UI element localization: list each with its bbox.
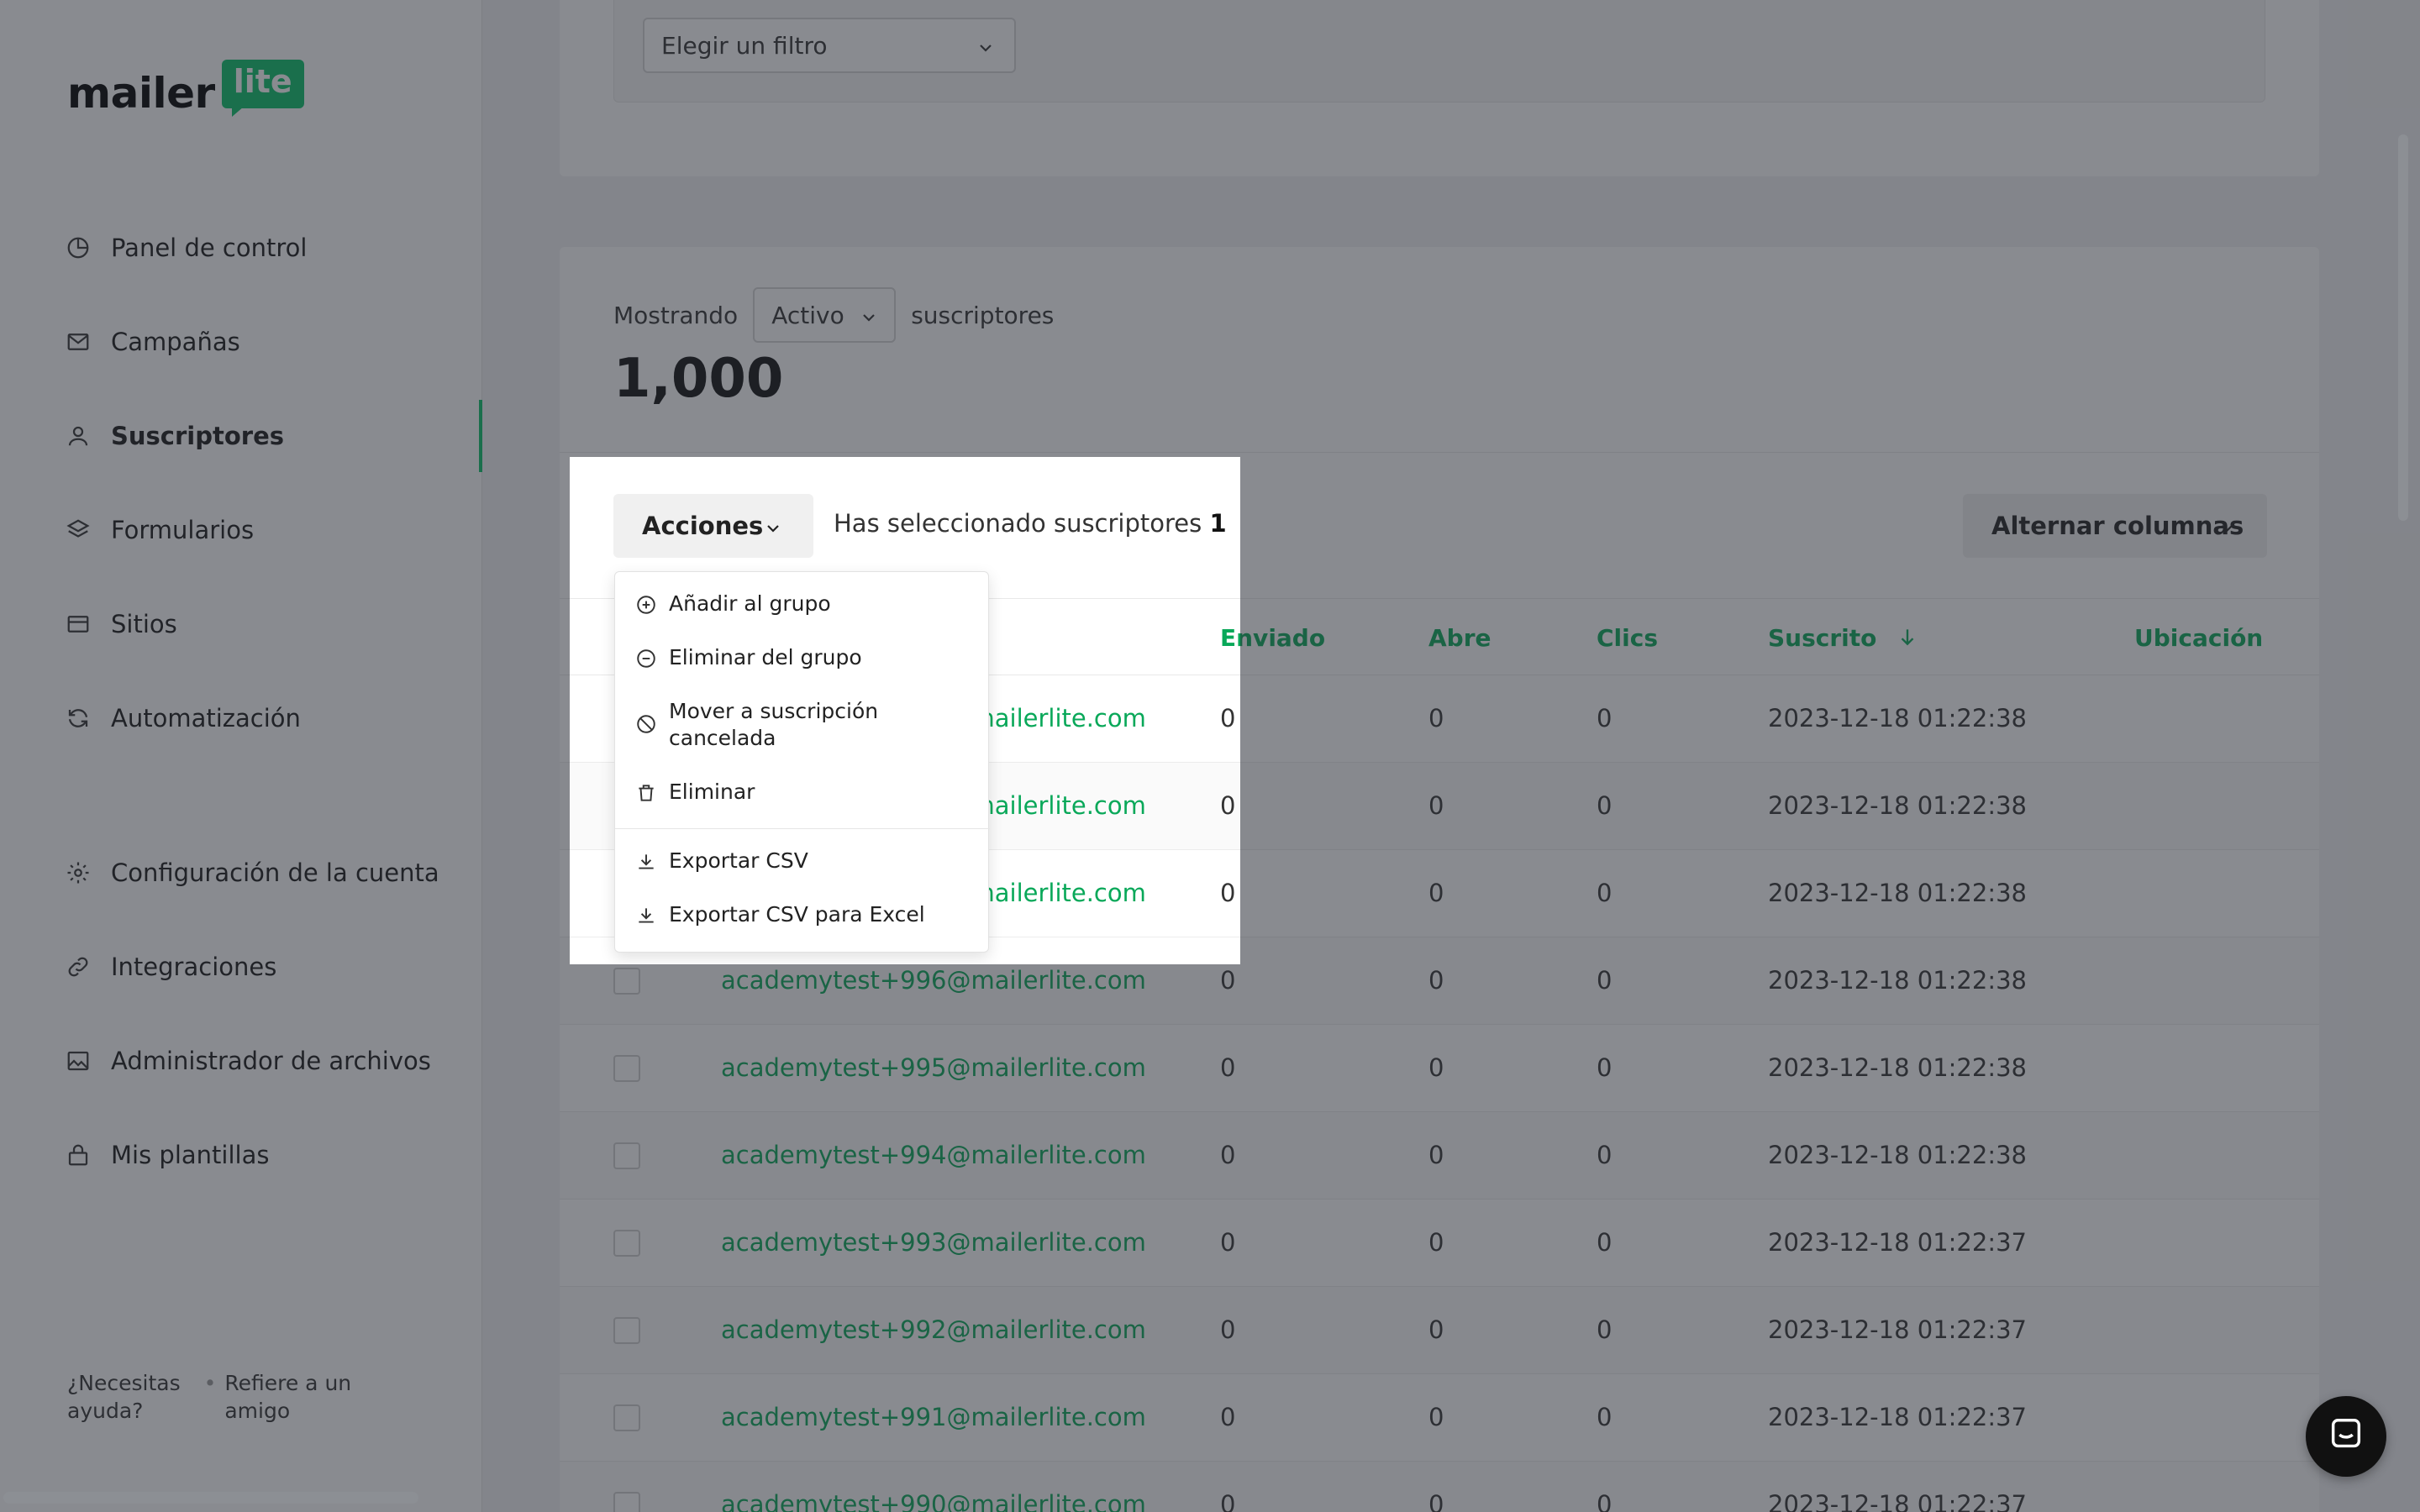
horizontal-scrollbar[interactable] — [3, 1492, 418, 1504]
row-checkbox[interactable] — [613, 1492, 640, 1512]
column-clicks[interactable]: Clics — [1597, 624, 1658, 652]
chevron-down-icon — [763, 516, 783, 544]
menu-item-unsubscribe[interactable]: Mover a suscripción cancelada — [615, 698, 990, 752]
sidebar-item-label: Panel de control — [111, 234, 308, 262]
chevron-down-icon — [2217, 516, 2237, 544]
menu-item-export-csv[interactable]: Exportar CSV — [615, 848, 990, 874]
gear-icon — [64, 858, 92, 887]
sidebar-item-integrations[interactable]: Integraciones — [0, 929, 482, 1005]
row-checkbox[interactable] — [613, 1142, 640, 1169]
email-link[interactable]: academytest+995@mailerlite.com — [721, 1053, 1146, 1082]
status-select[interactable]: Activo — [753, 287, 897, 343]
separator-dot: • — [203, 1371, 217, 1395]
image-icon — [64, 1047, 92, 1075]
column-subscribed[interactable]: Suscrito — [1768, 624, 1918, 654]
chat-button[interactable] — [2306, 1396, 2386, 1477]
help-link[interactable]: ¿Necesitas ayuda? — [67, 1369, 181, 1425]
table-row[interactable]: academytest+993@mailerlite.com 0 0 0 202… — [560, 1200, 2319, 1287]
menu-item-add-to-group[interactable]: Añadir al grupo — [615, 591, 990, 617]
filter-select[interactable]: Elegir un filtro — [643, 18, 1016, 73]
sidebar: mailer lite Panel de control Campañas Su… — [0, 0, 482, 1512]
chat-icon — [2327, 1415, 2365, 1457]
table-row[interactable]: academytest+992@mailerlite.com 0 0 0 202… — [560, 1287, 2319, 1374]
email-link[interactable]: academytest+993@mailerlite.com — [721, 1228, 1146, 1257]
email-link[interactable]: academytest+996@mailerlite.com — [721, 966, 1146, 995]
vertical-scrollbar[interactable] — [2398, 134, 2408, 521]
logo-word: mailer — [67, 69, 215, 118]
table-row[interactable]: academytest+995@mailerlite.com 0 0 0 202… — [560, 1025, 2319, 1112]
sidebar-item-subscribers[interactable]: Suscriptores — [0, 398, 482, 474]
actions-button[interactable]: Acciones — [613, 494, 813, 558]
menu-item-delete[interactable]: Eliminar — [615, 779, 990, 806]
sidebar-item-templates[interactable]: Mis plantillas — [0, 1117, 482, 1193]
download-icon — [635, 905, 659, 928]
chevron-down-icon — [859, 306, 879, 333]
email-link[interactable]: academytest+992@mailerlite.com — [721, 1315, 1146, 1344]
sidebar-item-label: Configuración de la cuenta — [111, 858, 439, 887]
table-row[interactable]: academytest+990@mailerlite.com 0 0 0 202… — [560, 1462, 2319, 1512]
menu-item-export-csv-excel[interactable]: Exportar CSV para Excel — [615, 901, 990, 928]
lock-icon — [64, 1141, 92, 1169]
arrow-down-icon — [1897, 626, 1918, 654]
ban-icon — [635, 713, 659, 737]
row-checkbox[interactable] — [613, 968, 640, 995]
sidebar-item-automation[interactable]: Automatización — [0, 680, 482, 756]
column-opens[interactable]: Abre — [1428, 624, 1491, 652]
download-icon — [635, 851, 659, 874]
sidebar-item-sites[interactable]: Sitios — [0, 586, 482, 662]
column-location[interactable]: Ubicación — [2134, 624, 2263, 652]
table-row[interactable]: academytest+994@mailerlite.com 0 0 0 202… — [560, 1112, 2319, 1200]
menu-divider — [615, 828, 990, 829]
sidebar-item-campaigns[interactable]: Campañas — [0, 304, 482, 380]
sidebar-item-label: Administrador de archivos — [111, 1047, 431, 1075]
sidebar-item-label: Sitios — [111, 610, 177, 638]
actions-menu: Añadir al grupo Eliminar del grupo Mover… — [614, 571, 990, 953]
trash-icon — [635, 782, 659, 806]
link-icon — [64, 953, 92, 981]
refer-friend-link[interactable]: Refiere a un amigo — [224, 1369, 351, 1425]
email-link[interactable]: academytest+991@mailerlite.com — [721, 1403, 1146, 1431]
logo-badge: lite — [221, 60, 304, 117]
sidebar-item-label: Campañas — [111, 328, 240, 356]
email-link[interactable]: academytest+990@mailerlite.com — [721, 1490, 1146, 1512]
filter-area: Elegir un filtro — [613, 0, 2265, 102]
mail-icon — [64, 328, 92, 356]
filter-card: Elegir un filtro — [560, 0, 2319, 176]
browser-icon — [64, 610, 92, 638]
chevron-down-icon — [976, 36, 996, 64]
menu-item-remove-from-group[interactable]: Eliminar del grupo — [615, 644, 990, 671]
email-link[interactable]: academytest+994@mailerlite.com — [721, 1141, 1146, 1169]
row-checkbox[interactable] — [613, 1404, 640, 1431]
sidebar-item-label: Integraciones — [111, 953, 277, 981]
layers-icon — [64, 516, 92, 544]
sidebar-item-label: Mis plantillas — [111, 1141, 270, 1169]
selected-count: 1 — [1209, 509, 1227, 538]
sidebar-footer: ¿Necesitas ayuda? • Refiere a un amigo — [67, 1369, 351, 1425]
sidebar-item-forms[interactable]: Formularios — [0, 492, 482, 568]
pie-chart-icon — [64, 234, 92, 262]
row-checkbox[interactable] — [613, 1230, 640, 1257]
subscriber-count: 1,000 — [613, 348, 784, 410]
table-row[interactable]: academytest+991@mailerlite.com 0 0 0 202… — [560, 1374, 2319, 1462]
divider — [560, 452, 2319, 453]
minus-circle-icon — [635, 648, 659, 671]
sidebar-item-label: Automatización — [111, 704, 301, 732]
refresh-icon — [64, 704, 92, 732]
sidebar-item-label: Suscriptores — [111, 422, 285, 450]
sidebar-item-file-manager[interactable]: Administrador de archivos — [0, 1023, 482, 1099]
row-checkbox[interactable] — [613, 1317, 640, 1344]
row-checkbox[interactable] — [613, 1055, 640, 1082]
sidebar-item-dashboard[interactable]: Panel de control — [0, 210, 482, 286]
sidebar-item-account-settings[interactable]: Configuración de la cuenta — [0, 835, 482, 911]
user-icon — [64, 422, 92, 450]
selection-status: Has seleccionado suscriptores 1 — [834, 509, 1227, 538]
actions-highlight: academytest+999@mailerlite.com 0 academy… — [570, 457, 1240, 964]
sidebar-item-label: Formularios — [111, 516, 255, 544]
mailerlite-logo[interactable]: mailer lite — [67, 60, 304, 118]
column-sent[interactable]: Enviado — [1220, 624, 1240, 652]
plus-circle-icon — [635, 594, 659, 617]
toggle-columns-button[interactable]: Alternar columnas — [1963, 494, 2267, 558]
showing-row: Mostrando Activo suscriptores — [613, 287, 1054, 343]
